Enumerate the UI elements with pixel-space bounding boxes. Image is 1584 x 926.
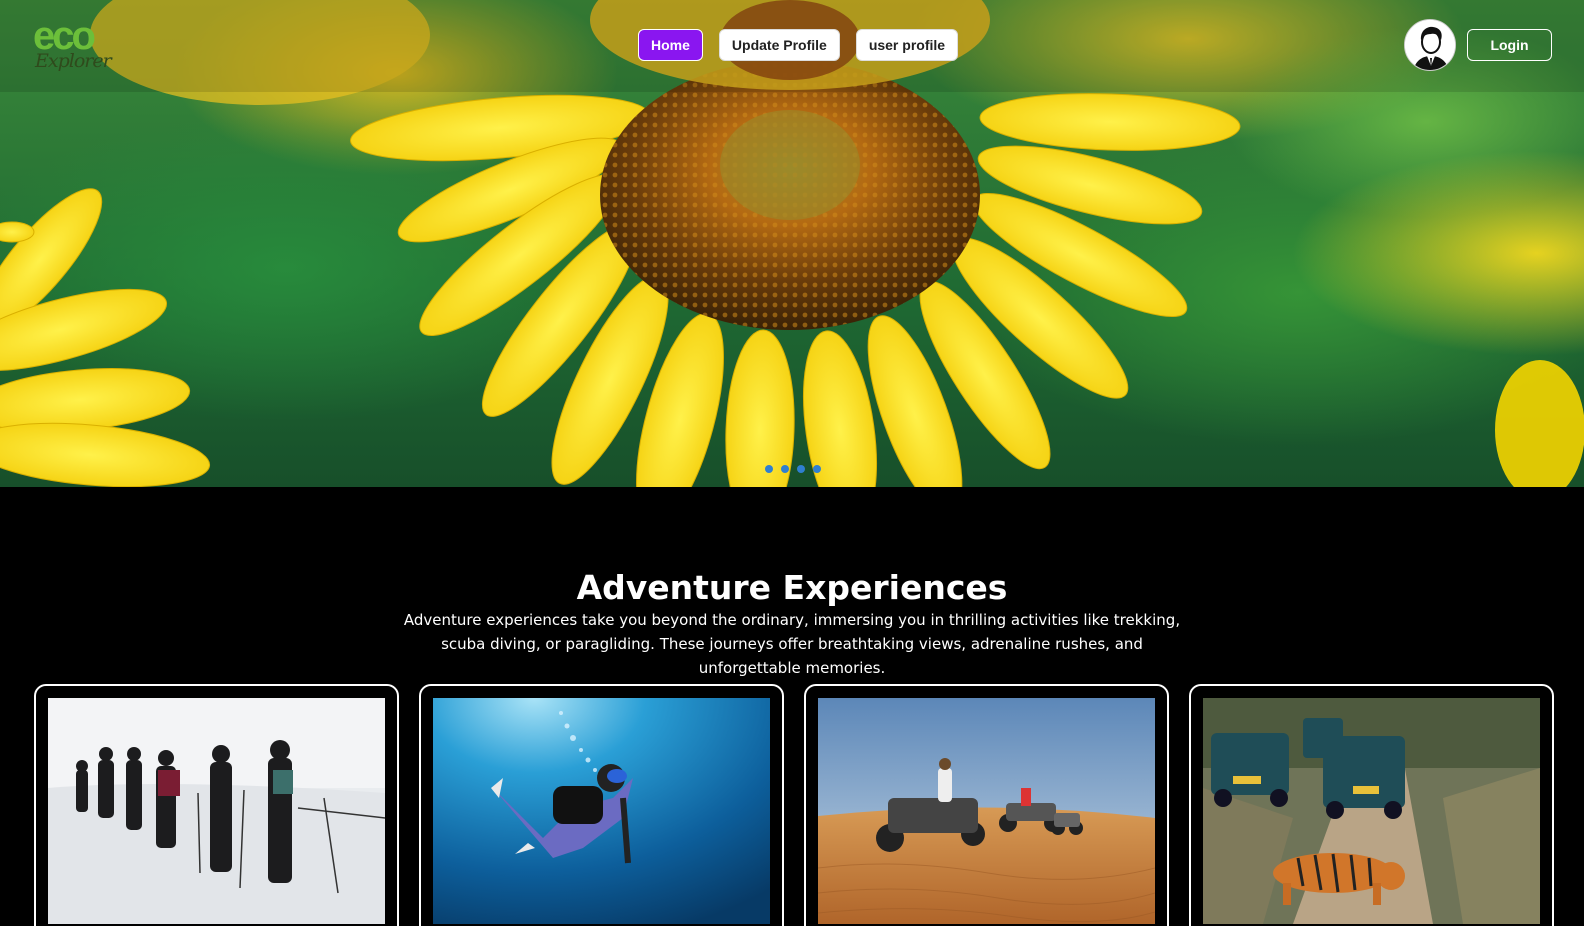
eco-explorer-logo[interactable]: eco Explorer: [30, 12, 116, 80]
hero-carousel[interactable]: [0, 0, 1584, 487]
logo-text-explorer: Explorer: [35, 50, 112, 72]
card-desert-atv[interactable]: [804, 684, 1169, 926]
section-description: Adventure experiences take you beyond th…: [403, 611, 1181, 677]
carousel-dot-2[interactable]: [781, 465, 789, 473]
main-nav: Home Update Profile user profile: [638, 29, 959, 61]
jungle-safari-tiger-photo: [1203, 698, 1540, 924]
desert-atv-photo: [818, 698, 1155, 924]
login-button[interactable]: Login: [1467, 29, 1552, 61]
snow-trekking-photo: [48, 698, 385, 924]
card-scuba-diving[interactable]: [419, 684, 784, 926]
card-jungle-safari[interactable]: [1189, 684, 1554, 926]
carousel-dot-1[interactable]: [765, 465, 773, 473]
adventure-cards: [34, 684, 1554, 926]
user-avatar-icon[interactable]: [1404, 19, 1456, 71]
nav-home-button[interactable]: Home: [638, 29, 703, 61]
carousel-dot-3[interactable]: [797, 465, 805, 473]
page: eco Explorer Home Update Profile user pr…: [0, 0, 1584, 926]
carousel-indicators: [765, 465, 821, 473]
nav-user-profile-button[interactable]: user profile: [855, 29, 959, 61]
section-title: Adventure Experiences: [576, 568, 1008, 607]
card-snow-trekking[interactable]: [34, 684, 399, 926]
scuba-diving-photo: [433, 698, 770, 924]
nav-update-profile-button[interactable]: Update Profile: [718, 29, 840, 61]
carousel-dot-4[interactable]: [813, 465, 821, 473]
avatar-figure-icon: [1405, 20, 1455, 70]
